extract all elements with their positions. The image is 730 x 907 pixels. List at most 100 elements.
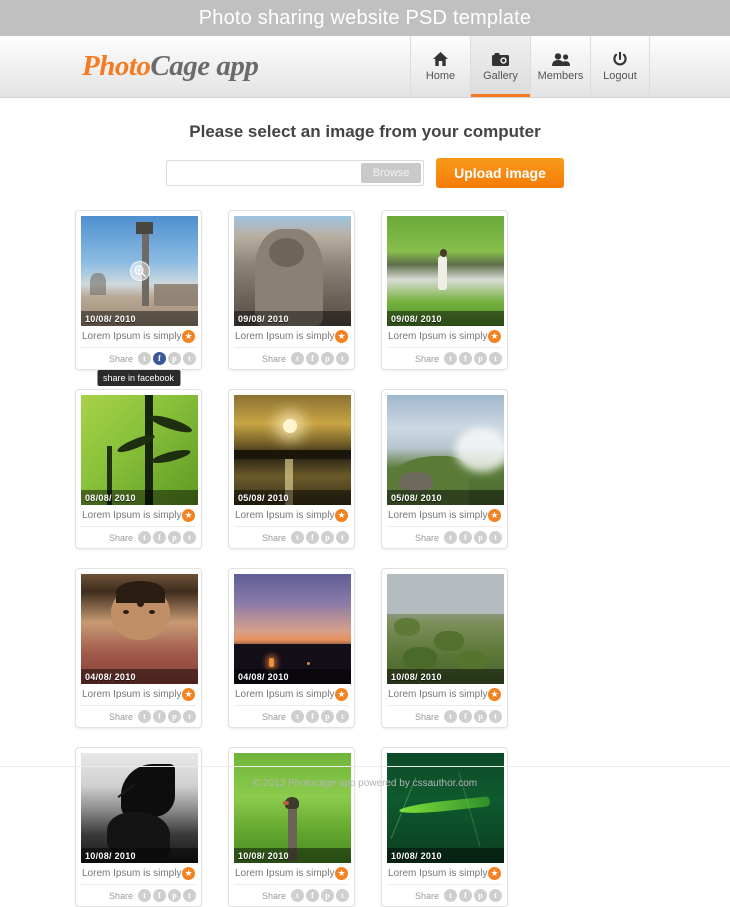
favorite-star-icon[interactable]: ★	[182, 509, 195, 522]
photo-card[interactable]: 05/08/ 2010 Lorem Ipsum is simply ★ Share t f…	[228, 389, 355, 549]
favorite-star-icon[interactable]: ★	[488, 688, 501, 701]
tumblr-icon[interactable]: t	[183, 710, 196, 723]
favorite-star-icon[interactable]: ★	[182, 867, 195, 880]
upload-image-button[interactable]: Upload image	[436, 158, 564, 188]
favorite-star-icon[interactable]: ★	[182, 688, 195, 701]
tumblr-icon[interactable]: t	[183, 531, 196, 544]
pinterest-icon[interactable]: p	[474, 889, 487, 902]
favorite-star-icon[interactable]: ★	[488, 509, 501, 522]
facebook-icon[interactable]: f	[153, 889, 166, 902]
tumblr-icon[interactable]: t	[183, 352, 196, 365]
twitter-icon[interactable]: t	[291, 531, 304, 544]
favorite-star-icon[interactable]: ★	[182, 330, 195, 343]
pinterest-icon[interactable]: p	[321, 889, 334, 902]
pinterest-icon[interactable]: p	[474, 531, 487, 544]
photo-card[interactable]: 10/08/ 2010 Lorem Ipsum is simply ★ Share t f…	[75, 210, 202, 386]
pinterest-icon[interactable]: p	[168, 531, 181, 544]
photo-thumbnail[interactable]: 08/08/ 2010	[81, 395, 198, 505]
file-picker[interactable]: Browse	[166, 160, 425, 186]
photo-caption-row: Lorem Ipsum is simply ★	[234, 684, 349, 706]
nav-item-logout[interactable]: Logout	[590, 36, 650, 97]
tumblr-icon[interactable]: t	[336, 710, 349, 723]
twitter-icon[interactable]: t	[444, 889, 457, 902]
tumblr-icon[interactable]: t	[336, 352, 349, 365]
twitter-icon[interactable]: t	[444, 531, 457, 544]
photo-image	[234, 395, 351, 505]
pinterest-icon[interactable]: p	[321, 710, 334, 723]
favorite-star-icon[interactable]: ★	[335, 330, 348, 343]
facebook-icon[interactable]: f	[306, 352, 319, 365]
photo-thumbnail[interactable]: 05/08/ 2010	[234, 395, 351, 505]
facebook-icon[interactable]: f	[306, 710, 319, 723]
photo-thumbnail[interactable]: 10/08/ 2010	[387, 574, 504, 684]
tumblr-icon[interactable]: t	[489, 531, 502, 544]
favorite-star-icon[interactable]: ★	[488, 330, 501, 343]
twitter-icon[interactable]: t	[291, 889, 304, 902]
photo-card[interactable]: 05/08/ 2010 Lorem Ipsum is simply ★ Share t f…	[381, 389, 508, 549]
photo-card[interactable]: 04/08/ 2010 Lorem Ipsum is simply ★ Share t f…	[228, 568, 355, 728]
twitter-icon[interactable]: t	[138, 352, 151, 365]
tumblr-icon[interactable]: t	[489, 710, 502, 723]
facebook-icon[interactable]: f	[153, 531, 166, 544]
photo-thumbnail[interactable]: 10/08/ 2010	[81, 216, 198, 326]
photo-image	[81, 574, 198, 684]
photo-card[interactable]: 10/08/ 2010 Lorem Ipsum is simply ★ Share t f…	[381, 568, 508, 728]
facebook-icon[interactable]: f	[306, 531, 319, 544]
facebook-icon[interactable]: f	[153, 352, 166, 365]
facebook-icon[interactable]: f	[306, 889, 319, 902]
twitter-icon[interactable]: t	[138, 889, 151, 902]
favorite-star-icon[interactable]: ★	[335, 509, 348, 522]
pinterest-icon[interactable]: p	[168, 352, 181, 365]
photo-image	[81, 395, 198, 505]
tumblr-icon[interactable]: t	[489, 352, 502, 365]
share-row: Share t f p t	[81, 348, 196, 369]
photo-caption-text: Lorem Ipsum is simply	[82, 868, 182, 879]
photo-card[interactable]: 09/08/ 2010 Lorem Ipsum is simply ★ Share t f…	[228, 210, 355, 370]
photo-card[interactable]: 09/08/ 2010 Lorem Ipsum is simply ★ Share t f…	[381, 210, 508, 370]
favorite-star-icon[interactable]: ★	[335, 688, 348, 701]
twitter-icon[interactable]: t	[138, 531, 151, 544]
photo-thumbnail[interactable]: 04/08/ 2010	[234, 574, 351, 684]
upload-section: Please select an image from your compute…	[0, 98, 730, 188]
twitter-icon[interactable]: t	[444, 710, 457, 723]
facebook-icon[interactable]: f	[459, 352, 472, 365]
pinterest-icon[interactable]: p	[474, 352, 487, 365]
zoom-in-icon[interactable]	[129, 261, 150, 281]
nav-item-gallery[interactable]: Gallery	[470, 36, 530, 97]
twitter-icon[interactable]: t	[138, 710, 151, 723]
share-row: Share t f p t	[234, 706, 349, 727]
pinterest-icon[interactable]: p	[168, 710, 181, 723]
favorite-star-icon[interactable]: ★	[488, 867, 501, 880]
file-path-input[interactable]	[167, 161, 360, 185]
site-header: PhotoCage app Home Gallery Members Logou…	[0, 36, 730, 98]
tumblr-icon[interactable]: t	[336, 889, 349, 902]
site-logo[interactable]: PhotoCage app	[82, 50, 259, 83]
favorite-star-icon[interactable]: ★	[335, 867, 348, 880]
twitter-icon[interactable]: t	[444, 352, 457, 365]
pinterest-icon[interactable]: p	[321, 531, 334, 544]
pinterest-icon[interactable]: p	[474, 710, 487, 723]
home-icon	[433, 51, 448, 67]
facebook-icon[interactable]: f	[459, 531, 472, 544]
facebook-icon[interactable]: f	[459, 710, 472, 723]
pinterest-icon[interactable]: p	[168, 889, 181, 902]
twitter-icon[interactable]: t	[291, 710, 304, 723]
photo-thumbnail[interactable]: 04/08/ 2010	[81, 574, 198, 684]
photo-thumbnail[interactable]: 09/08/ 2010	[387, 216, 504, 326]
tumblr-icon[interactable]: t	[336, 531, 349, 544]
nav-item-home[interactable]: Home	[410, 36, 470, 97]
twitter-icon[interactable]: t	[291, 352, 304, 365]
browse-button[interactable]: Browse	[361, 163, 422, 183]
share-row: Share t f p t	[387, 706, 502, 727]
pinterest-icon[interactable]: p	[321, 352, 334, 365]
facebook-icon[interactable]: f	[153, 710, 166, 723]
photo-date: 04/08/ 2010	[234, 669, 351, 684]
facebook-icon[interactable]: f	[459, 889, 472, 902]
nav-item-members[interactable]: Members	[530, 36, 590, 97]
tumblr-icon[interactable]: t	[489, 889, 502, 902]
photo-thumbnail[interactable]: 05/08/ 2010	[387, 395, 504, 505]
photo-card[interactable]: 08/08/ 2010 Lorem Ipsum is simply ★ Share t f…	[75, 389, 202, 549]
tumblr-icon[interactable]: t	[183, 889, 196, 902]
photo-card[interactable]: 04/08/ 2010 Lorem Ipsum is simply ★ Share t f…	[75, 568, 202, 728]
photo-thumbnail[interactable]: 09/08/ 2010	[234, 216, 351, 326]
